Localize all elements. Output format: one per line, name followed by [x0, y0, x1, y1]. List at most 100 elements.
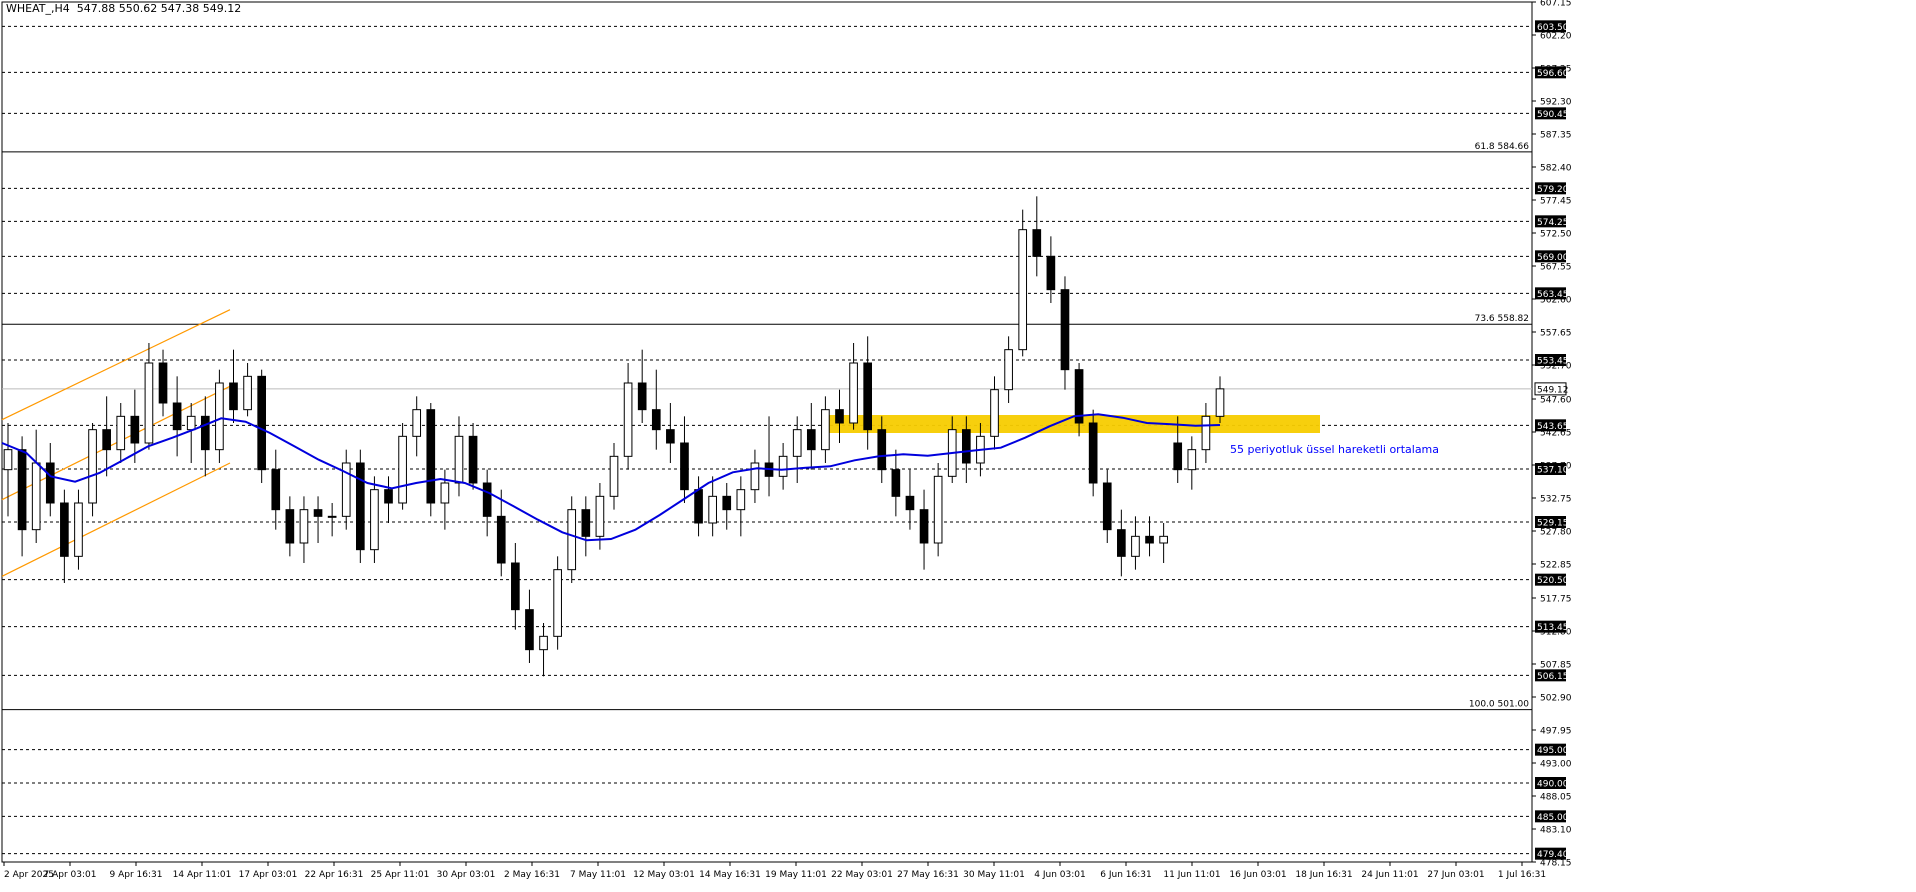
candle-body-down [468, 435, 478, 484]
candle [609, 443, 619, 510]
candle-body-down [651, 409, 661, 431]
candle-body-down [877, 429, 887, 471]
candle [355, 449, 365, 563]
candle [792, 416, 802, 483]
candle-body-down [45, 462, 55, 504]
x-tick-label: 16 Jun 03:01 [1229, 870, 1286, 880]
x-tick-label: 7 Apr 03:01 [44, 870, 97, 880]
price-level-tag: 495.00 [1535, 743, 1569, 756]
candle [370, 476, 379, 563]
candle-body-down [863, 362, 873, 431]
candle [384, 476, 393, 523]
candle [708, 476, 717, 537]
candle [172, 376, 182, 457]
x-tick-label: 30 Apr 03:01 [437, 870, 496, 880]
candle-body-down [694, 489, 703, 524]
candle [1060, 276, 1070, 390]
candle-body-down [905, 495, 915, 511]
candle [919, 489, 929, 570]
candle-body-up [595, 495, 605, 537]
ohlc-values: 547.88 550.62 547.38 549.12 [76, 2, 242, 15]
candle [102, 396, 111, 477]
candle [1004, 336, 1013, 403]
candle [722, 483, 732, 530]
candle [525, 589, 534, 663]
x-tick-label: 1 Jul 16:31 [1498, 870, 1546, 880]
price-level-tag: 513.45 [1535, 620, 1569, 633]
candle [31, 429, 41, 543]
candle-body-up [3, 449, 13, 471]
x-tick-label: 30 May 11:01 [963, 870, 1025, 880]
x-tick-label: 7 May 11:01 [570, 870, 626, 880]
candle [482, 469, 492, 537]
fibonacci-level-label: 73.6 558.82 [1475, 314, 1529, 324]
candle-body-down [172, 402, 182, 431]
y-tick-label: 502.90 [1540, 694, 1572, 704]
price-level-tag: 596.60 [1535, 66, 1569, 79]
candle-body-down [666, 429, 675, 444]
candle [835, 389, 844, 443]
candle [229, 349, 238, 423]
candle-body-up [144, 362, 154, 444]
candle-body-up [708, 495, 717, 524]
y-tick-label: 547.60 [1540, 396, 1572, 406]
candle [60, 489, 69, 583]
y-tick-label: 507.85 [1540, 661, 1572, 671]
candle-body-down [426, 409, 436, 504]
candle-body-down [581, 509, 591, 537]
current-price-tag-text: 549.12 [1537, 385, 1569, 395]
candle-body-down [102, 429, 111, 451]
price-level-tag: 590.45 [1535, 107, 1569, 120]
candle-body-up [31, 462, 41, 531]
candle [1187, 436, 1197, 490]
candle [806, 403, 816, 470]
candle [990, 376, 999, 450]
candle [1088, 409, 1098, 497]
candle [666, 403, 675, 463]
candle-body-down [200, 415, 210, 451]
candle [299, 496, 309, 563]
candle [74, 489, 83, 570]
candle-body-down [384, 489, 393, 504]
candle [398, 423, 407, 510]
price-level-tag-text: 590.45 [1537, 110, 1569, 120]
candle-body-up [1004, 349, 1013, 391]
candle [553, 556, 562, 650]
price-chart[interactable]: 607.15602.20597.25592.30587.35582.40577.… [0, 0, 1916, 888]
candle [849, 343, 858, 430]
current-price-tag: 549.12 [1534, 382, 1569, 396]
price-level-tag-text: 529.15 [1537, 519, 1569, 529]
candle-body-down [1032, 229, 1042, 257]
x-tick-label: 14 Apr 11:01 [173, 870, 232, 880]
candle [341, 449, 351, 530]
symbol-name: WHEAT_,H4 [6, 2, 70, 15]
price-level-tag-text: 579.20 [1537, 185, 1569, 195]
price-level-tag: 537.10 [1535, 463, 1569, 476]
candle-body-down [496, 515, 506, 564]
candle-body-up [440, 482, 450, 504]
x-tick-label: 11 Jun 11:01 [1163, 870, 1220, 880]
candle [539, 623, 548, 677]
candle-body-up [567, 509, 577, 571]
candle [454, 416, 464, 497]
y-tick-label: 592.30 [1540, 98, 1572, 108]
price-level-tag: 490.00 [1535, 777, 1569, 790]
y-tick-label: 587.35 [1540, 131, 1572, 141]
x-tick-label: 19 May 11:01 [765, 870, 827, 880]
candle-body-down [680, 442, 689, 491]
candle [200, 396, 210, 477]
candle-body-down [229, 382, 238, 411]
candle [1117, 509, 1126, 577]
candle-body-down [1046, 255, 1056, 291]
candle-body-up [609, 455, 619, 497]
candle-body-up [116, 415, 126, 451]
candle-body-down [722, 495, 732, 511]
price-level-tag-text: 537.10 [1537, 466, 1569, 476]
candle [1102, 469, 1112, 543]
candle [243, 363, 252, 417]
y-tick-label: 567.55 [1540, 263, 1572, 273]
candle-body-up [1201, 415, 1211, 451]
ema-annotation-label: 55 periyotluk üssel hareketli ortalama [1230, 443, 1439, 456]
candle [1131, 516, 1140, 570]
candle [285, 496, 295, 557]
